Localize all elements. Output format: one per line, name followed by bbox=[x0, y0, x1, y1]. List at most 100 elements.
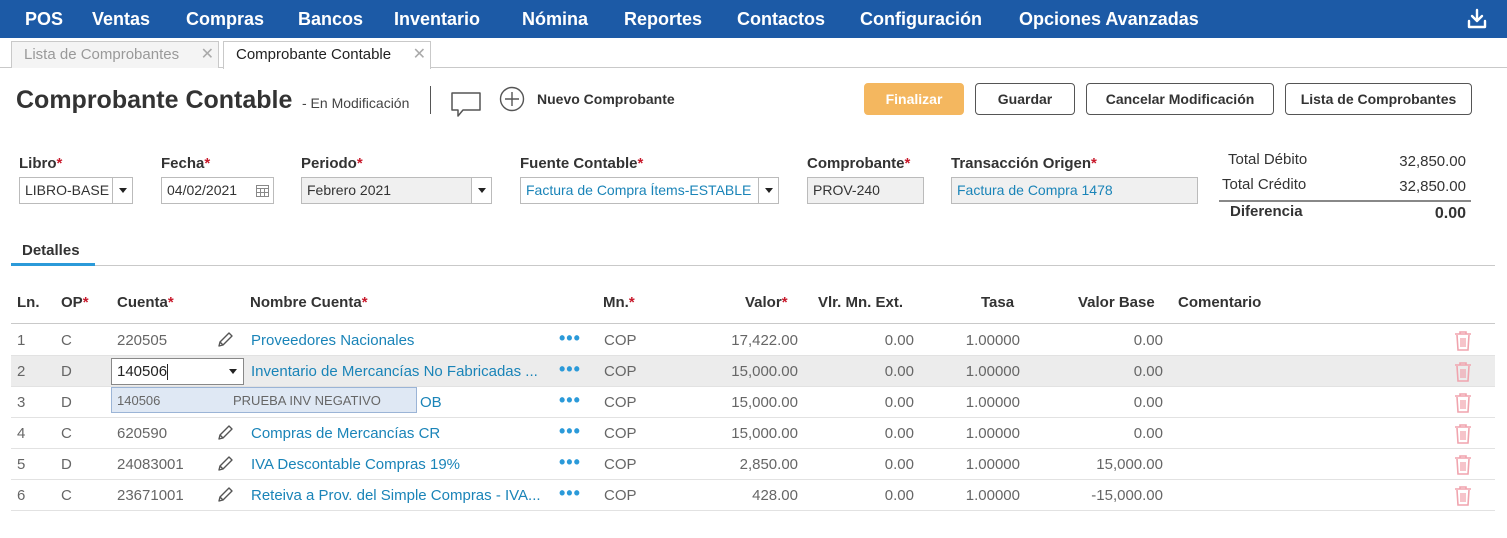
libro-select[interactable]: LIBRO-BASE bbox=[19, 177, 133, 204]
top-navbar: POS Ventas Compras Bancos Inventario Nóm… bbox=[0, 0, 1507, 38]
chevron-down-icon[interactable] bbox=[223, 359, 243, 384]
chevron-down-icon[interactable] bbox=[112, 178, 132, 203]
nav-inventario[interactable]: Inventario bbox=[394, 0, 480, 38]
trash-icon[interactable] bbox=[1453, 392, 1473, 414]
cell-ln: 5 bbox=[17, 456, 26, 473]
more-options-icon[interactable]: ••• bbox=[559, 452, 581, 473]
cell-vlr-mn-ext: 0.00 bbox=[884, 363, 914, 380]
trash-icon[interactable] bbox=[1453, 361, 1473, 383]
table-row[interactable]: 5 D 24083001 IVA Descontable Compras 19% •••… bbox=[11, 449, 1495, 480]
cell-op: C bbox=[61, 487, 72, 504]
cell-valor-base: 15,000.00 bbox=[1096, 456, 1163, 473]
transaccion-field[interactable]: Factura de Compra 1478 bbox=[951, 177, 1198, 204]
tab-lista-comprobantes[interactable]: Lista de Comprobantes ✕ bbox=[11, 41, 219, 68]
nav-pos[interactable]: POS bbox=[25, 0, 63, 38]
trash-icon[interactable] bbox=[1453, 454, 1473, 476]
table-row[interactable]: 4 C 620590 Compras de Mercancías CR ••• COP 15… bbox=[11, 418, 1495, 449]
pencil-icon[interactable] bbox=[216, 331, 234, 349]
cell-mn: COP bbox=[604, 363, 637, 380]
pencil-icon[interactable] bbox=[216, 455, 234, 473]
nav-compras[interactable]: Compras bbox=[186, 0, 264, 38]
cell-mn: COP bbox=[604, 487, 637, 504]
nav-reportes[interactable]: Reportes bbox=[624, 0, 702, 38]
nav-bancos[interactable]: Bancos bbox=[298, 0, 363, 38]
cancel-modification-button[interactable]: Cancelar Modificación bbox=[1086, 83, 1274, 115]
cell-ln: 3 bbox=[17, 394, 26, 411]
add-circle-icon[interactable] bbox=[499, 86, 525, 112]
cell-nombre-cuenta[interactable]: Compras de Mercancías CR bbox=[251, 425, 440, 442]
cell-op: C bbox=[61, 425, 72, 442]
new-voucher-link[interactable]: Nuevo Comprobante bbox=[537, 91, 675, 107]
fuente-select[interactable]: Factura de Compra Ítems-ESTABLE bbox=[520, 177, 779, 204]
nav-ventas[interactable]: Ventas bbox=[92, 0, 150, 38]
col-valor: Valor* bbox=[745, 294, 788, 311]
calendar-icon[interactable] bbox=[256, 184, 269, 197]
nav-configuracion[interactable]: Configuración bbox=[860, 0, 982, 38]
chevron-down-icon[interactable] bbox=[758, 178, 778, 203]
cell-ln: 6 bbox=[17, 487, 26, 504]
more-options-icon[interactable]: ••• bbox=[559, 359, 581, 380]
trash-icon[interactable] bbox=[1453, 485, 1473, 507]
col-mn: Mn.* bbox=[603, 294, 635, 311]
nav-opciones-avanzadas[interactable]: Opciones Avanzadas bbox=[1019, 0, 1199, 38]
tab-label: Lista de Comprobantes bbox=[24, 46, 180, 63]
nav-contactos[interactable]: Contactos bbox=[737, 0, 825, 38]
cell-vlr-mn-ext: 0.00 bbox=[884, 487, 914, 504]
col-op: OP* bbox=[61, 294, 89, 311]
col-cuenta: Cuenta* bbox=[117, 294, 174, 311]
col-vlr-mn-ext: Vlr. Mn. Ext. bbox=[818, 294, 904, 311]
trash-icon[interactable] bbox=[1453, 423, 1473, 445]
periodo-select[interactable]: Febrero 2021 bbox=[301, 177, 492, 204]
chevron-down-icon[interactable] bbox=[471, 178, 491, 203]
close-icon[interactable]: ✕ bbox=[413, 42, 426, 67]
comprobante-field: PROV-240 bbox=[807, 177, 924, 204]
autocomplete-option[interactable]: 140506 PRUEBA INV NEGATIVO bbox=[111, 387, 417, 413]
nav-nomina[interactable]: Nómina bbox=[522, 0, 588, 38]
col-nombre-cuenta: Nombre Cuenta* bbox=[250, 294, 368, 311]
cell-vlr-mn-ext: 0.00 bbox=[884, 456, 914, 473]
total-debito-value: 32,850.00 bbox=[1399, 153, 1466, 170]
cuenta-input[interactable]: 140506 bbox=[111, 358, 244, 385]
finalize-button[interactable]: Finalizar bbox=[864, 83, 964, 115]
cell-nombre-cuenta[interactable]: Reteiva a Prov. del Simple Compras - IVA… bbox=[251, 487, 541, 504]
pencil-icon[interactable] bbox=[216, 424, 234, 442]
tab-detalles[interactable]: Detalles bbox=[22, 242, 80, 259]
periodo-label: Periodo* bbox=[301, 155, 363, 172]
cell-cuenta[interactable]: 23671001 bbox=[117, 487, 184, 504]
table-row[interactable]: 1 C 220505 Proveedores Nacionales ••• COP 17,4… bbox=[11, 325, 1495, 356]
cell-nombre-cuenta[interactable]: Proveedores Nacionales bbox=[251, 332, 414, 349]
page-status: - En Modificación bbox=[302, 95, 410, 111]
cell-tasa: 1.00000 bbox=[965, 425, 1020, 442]
pencil-icon[interactable] bbox=[216, 486, 234, 504]
diferencia-value: 0.00 bbox=[1434, 205, 1466, 222]
comment-icon[interactable] bbox=[450, 90, 482, 118]
tab-comprobante-contable[interactable]: Comprobante Contable ✕ bbox=[223, 41, 431, 69]
divider bbox=[11, 323, 1495, 324]
cell-tasa: 1.00000 bbox=[965, 332, 1020, 349]
more-options-icon[interactable]: ••• bbox=[559, 328, 581, 349]
more-options-icon[interactable]: ••• bbox=[559, 390, 581, 411]
fecha-field[interactable]: 04/02/2021 bbox=[161, 177, 274, 204]
cell-nombre-cuenta[interactable]: IVA Descontable Compras 19% bbox=[251, 456, 460, 473]
voucher-list-button[interactable]: Lista de Comprobantes bbox=[1285, 83, 1472, 115]
cell-nombre-cuenta[interactable]: OB bbox=[420, 394, 442, 411]
cell-mn: COP bbox=[604, 332, 637, 349]
cell-cuenta[interactable]: 24083001 bbox=[117, 456, 184, 473]
more-options-icon[interactable]: ••• bbox=[559, 483, 581, 504]
cell-cuenta[interactable]: 220505 bbox=[117, 332, 167, 349]
cell-op: D bbox=[61, 363, 72, 380]
total-credito-value: 32,850.00 bbox=[1399, 178, 1466, 195]
cell-op: D bbox=[61, 394, 72, 411]
cell-ln: 1 bbox=[17, 332, 26, 349]
cell-op: D bbox=[61, 456, 72, 473]
table-row[interactable]: 6 C 23671001 Reteiva a Prov. del Simple Com… bbox=[11, 480, 1495, 511]
cell-nombre-cuenta[interactable]: Inventario de Mercancías No Fabricadas .… bbox=[251, 363, 538, 380]
close-icon[interactable]: ✕ bbox=[201, 42, 214, 67]
more-options-icon[interactable]: ••• bbox=[559, 421, 581, 442]
download-icon[interactable] bbox=[1466, 8, 1488, 30]
cell-tasa: 1.00000 bbox=[965, 363, 1020, 380]
cell-cuenta[interactable]: 620590 bbox=[117, 425, 167, 442]
trash-icon[interactable] bbox=[1453, 330, 1473, 352]
save-button[interactable]: Guardar bbox=[975, 83, 1075, 115]
option-name: PRUEBA INV NEGATIVO bbox=[233, 393, 381, 408]
